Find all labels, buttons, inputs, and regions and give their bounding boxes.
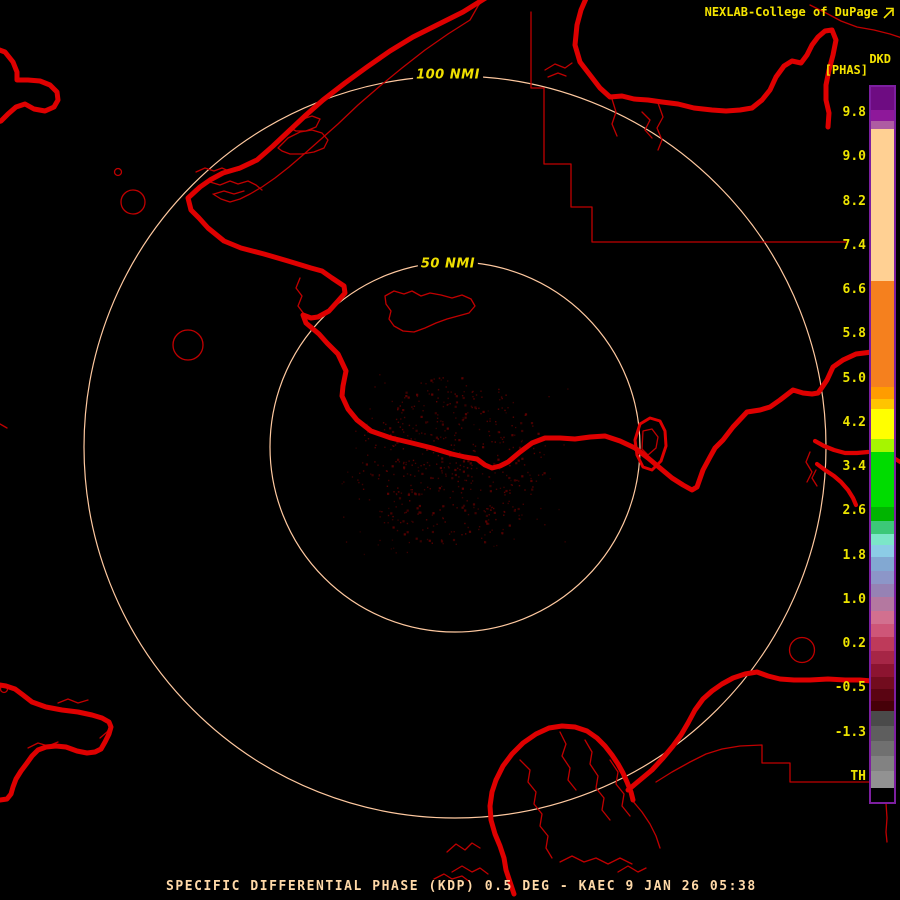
product-id: DKD: [869, 52, 891, 66]
colorbar-segment: [871, 597, 894, 611]
colorbar-segment: [871, 281, 894, 387]
lake-circle-4: [788, 636, 816, 664]
ring-label-100nmi: 100 NMI: [413, 67, 483, 83]
colorbar-segment: [871, 399, 894, 409]
marsh-line-3: [213, 190, 245, 195]
bay-lagoon-outline: [384, 290, 476, 333]
colorbar-segment: [871, 507, 894, 521]
sw-peninsula: [0, 682, 114, 803]
colorbar-segment: [871, 439, 894, 452]
map-coastlines: [0, 0, 900, 897]
colorbar-segment: [871, 110, 894, 121]
island-inner-detail: [641, 428, 659, 456]
colorbar-segment: [871, 689, 894, 701]
colorbar-segment: [871, 664, 894, 677]
lake-west-outflow: [487, 777, 517, 897]
se-coastline: [625, 669, 875, 793]
brand-text: NEXLAB-College of DuPage: [704, 5, 878, 19]
status-bar: SPECIFIC DIFFERENTIAL PHASE (KDP) 0.5 DE…: [166, 879, 757, 894]
colorbar-segment: [871, 534, 894, 545]
river-branch-2: [656, 102, 664, 151]
bottom-squiggle-1: [446, 842, 481, 853]
colorbar-segment: [871, 624, 894, 637]
river-branch-3: [641, 111, 653, 139]
bottom-squiggle-4: [559, 855, 633, 865]
delta-squiggle-1: [805, 451, 813, 483]
colorbar-segment: [871, 87, 894, 110]
product-units: [PHAS]: [824, 63, 868, 77]
header: NEXLAB-College of DuPage: [705, 5, 895, 19]
barrier-coastline: [185, 0, 875, 493]
topleft-lake: [0, 47, 61, 124]
bottom-squiggle-2: [451, 865, 489, 875]
county-line-top: [530, 11, 847, 243]
colorbar-segment: [871, 701, 894, 711]
se-border-line: [655, 744, 872, 783]
lake-circle-3: [172, 329, 204, 361]
colorbar-segment: [871, 726, 894, 741]
map-thin-lines: [0, 0, 900, 883]
radar-echo-layer: [341, 374, 569, 556]
northeast-arrow-icon: [883, 7, 894, 19]
lake-river-3: [584, 739, 611, 821]
lake-circle-1: [113, 167, 123, 177]
marsh-central: [295, 277, 305, 315]
colorbar-segment: [871, 452, 894, 507]
ring-label-50nmi: 50 NMI: [417, 256, 479, 272]
colorbar-segment: [871, 677, 894, 689]
colorbar-segment: [871, 637, 894, 651]
delta-squiggle-2: [811, 469, 818, 487]
marsh-topright-2: [547, 72, 567, 78]
colorbar-segment: [871, 788, 894, 802]
marsh-topright-1: [544, 62, 573, 71]
radar-screen: 100 NMI 50 NMI NEXLAB-College of DuPage …: [0, 0, 900, 900]
colorbar-segment: [871, 521, 894, 534]
colorbar-segment: [871, 584, 894, 597]
colorbar-segment: [871, 651, 894, 664]
colorbar-segment: [871, 545, 894, 557]
colorbar-segment: [871, 771, 894, 788]
colorbar-segment: [871, 711, 894, 726]
lagoon-line: [212, 0, 484, 203]
colorbar-segment: [871, 129, 894, 281]
lake-river-2: [559, 731, 577, 791]
lake-edge-thin: [631, 799, 661, 849]
colorbar: [869, 85, 896, 804]
bottom-squiggle-5: [617, 865, 647, 873]
colorbar-segment: [871, 121, 894, 129]
colorbar-segment: [871, 741, 894, 756]
left-edge-tick: [0, 423, 8, 429]
colorbar-segment: [871, 571, 894, 584]
lake-circle-2: [120, 189, 146, 215]
delta-arc-1: [812, 438, 871, 456]
peninsula-thin-1: [57, 698, 89, 704]
river-branch-1: [611, 98, 618, 137]
range-ring-50nmi: [269, 261, 641, 633]
colorbar-segment: [871, 756, 894, 771]
colorbar-segment: [871, 387, 894, 399]
colorbar-segment: [871, 611, 894, 624]
colorbar-segment: [871, 409, 894, 439]
colorbar-segment: [871, 557, 894, 571]
se-border-line-2: [877, 801, 888, 843]
radar-map: [0, 0, 900, 897]
